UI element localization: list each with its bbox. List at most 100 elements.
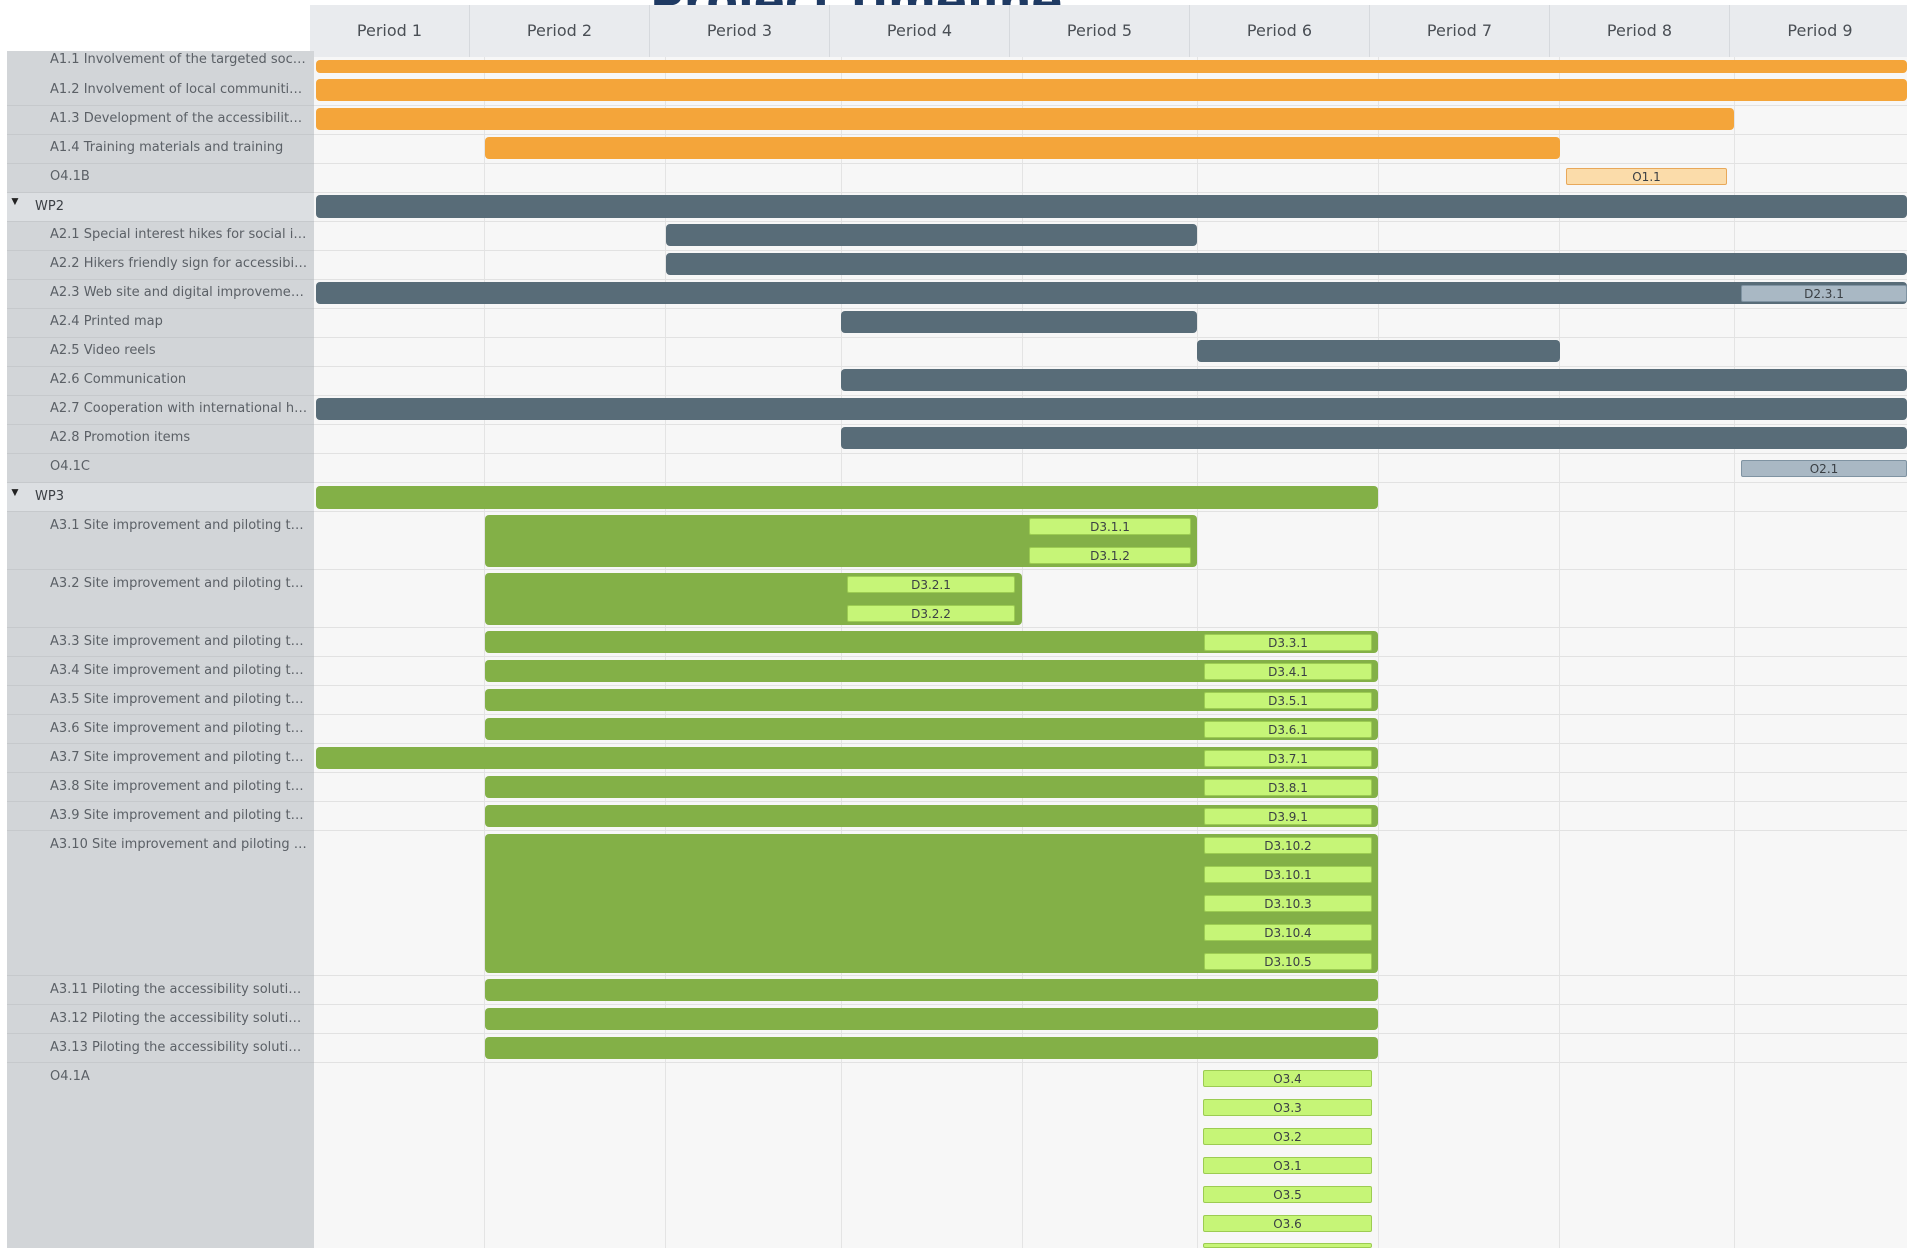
task-label[interactable]: A3.8 Site improvement and piloting the a… [50,779,308,794]
row-divider [7,163,314,164]
row-divider [7,743,314,744]
task-bar[interactable] [316,79,1907,101]
milestone-chip[interactable]: D3.10.2 [1204,837,1372,854]
row-divider [314,250,1907,251]
task-bar[interactable] [316,398,1907,420]
collapse-caret-icon[interactable]: ▼ [9,194,21,208]
milestone-chip[interactable]: D3.10.5 [1204,953,1372,970]
task-bar[interactable] [485,137,1560,159]
grid-line [484,57,485,1248]
row-divider [314,1062,1907,1063]
task-label[interactable]: A1.1 Involvement of the targeted social … [50,52,308,67]
task-bar[interactable] [485,1037,1378,1059]
group-label[interactable]: WP3 [35,489,293,504]
task-label[interactable]: A3.4 Site improvement and piloting the a… [50,663,308,678]
milestone-chip[interactable]: D2.3.1 [1741,285,1907,302]
task-label[interactable]: A2.3 Web site and digital improvements [50,285,308,300]
task-label[interactable]: A3.13 Piloting the accessibility solutio… [50,1040,308,1055]
milestone-chip[interactable]: D3.2.2 [847,605,1015,622]
task-label[interactable]: A3.10 Site improvement and piloting the … [50,837,308,852]
task-label[interactable]: A3.12 Piloting the accessibility solutio… [50,1011,308,1026]
milestone-chip[interactable]: O3.5 [1203,1186,1372,1203]
row-divider [7,569,314,570]
row-divider [7,395,314,396]
period-header: Period 7 [1370,5,1550,57]
milestone-chip[interactable]: D3.10.3 [1204,895,1372,912]
task-label[interactable]: A3.1 Site improvement and piloting the a… [50,518,308,533]
task-bar[interactable] [841,369,1907,391]
task-label[interactable]: A2.4 Printed map [50,314,308,329]
row-divider [7,830,314,831]
milestone-chip[interactable]: D3.3.1 [1204,634,1372,651]
task-label[interactable]: A2.2 Hikers friendly sign for accessibil… [50,256,308,271]
group-label[interactable]: WP2 [35,199,293,214]
task-label[interactable]: O4.1A [50,1069,308,1084]
milestone-chip[interactable]: O3.3 [1203,1099,1372,1116]
milestone-chip[interactable]: D3.6.1 [1204,721,1372,738]
row-divider [314,192,1907,193]
collapse-caret-icon[interactable]: ▼ [9,485,21,499]
group-bar[interactable] [316,486,1378,509]
milestone-chip[interactable]: D3.7.1 [1204,750,1372,767]
milestone-chip[interactable]: D3.5.1 [1204,692,1372,709]
task-label[interactable]: A3.7 Site improvement and piloting the a… [50,750,308,765]
grid-line [1378,57,1379,1248]
row-divider [314,569,1907,570]
milestone-chip[interactable]: O1.1 [1566,168,1727,185]
task-bar[interactable] [1197,340,1560,362]
period-header: Period 4 [830,5,1010,57]
milestone-chip[interactable]: O3.2 [1203,1128,1372,1145]
milestone-chip[interactable]: D3.1.2 [1029,547,1191,564]
task-label[interactable]: A3.9 Site improvement and piloting the a… [50,808,308,823]
milestone-chip[interactable]: D3.9.1 [1204,808,1372,825]
row-divider [314,685,1907,686]
task-bar[interactable] [666,253,1907,275]
task-label[interactable]: A3.5 Site improvement and piloting the a… [50,692,308,707]
milestone-chip[interactable]: O2.1 [1741,460,1907,477]
task-label[interactable]: A3.11 Piloting the accessibility solutio… [50,982,308,997]
row-divider [314,714,1907,715]
task-bar[interactable] [316,60,1907,73]
task-label[interactable]: A2.1 Special interest hikes for social i… [50,227,308,242]
group-bar[interactable] [316,195,1907,218]
row-divider [7,975,314,976]
task-bar[interactable] [316,108,1734,130]
task-label[interactable]: A1.2 Involvement of local communities. [50,82,308,97]
task-bar[interactable] [841,427,1907,449]
task-label[interactable]: A2.8 Promotion items [50,430,308,445]
milestone-chip[interactable] [1203,1243,1372,1248]
task-label[interactable]: A1.3 Development of the accessibility st… [50,111,308,126]
milestone-chip[interactable]: D3.8.1 [1204,779,1372,796]
task-label[interactable]: A3.2 Site improvement and piloting the a… [50,576,308,591]
milestone-chip[interactable]: D3.1.1 [1029,518,1191,535]
row-divider [7,772,314,773]
task-label[interactable]: A1.4 Training materials and training [50,140,308,155]
row-divider [314,221,1907,222]
milestone-chip[interactable]: O3.1 [1203,1157,1372,1174]
milestone-chip[interactable]: O3.6 [1203,1215,1372,1232]
row-divider [7,1033,314,1034]
row-divider [7,105,314,106]
milestone-chip[interactable]: D3.10.1 [1204,866,1372,883]
task-bar[interactable] [485,979,1378,1001]
task-label[interactable]: A3.3 Site improvement and piloting the a… [50,634,308,649]
task-label[interactable]: A2.5 Video reels [50,343,308,358]
row-divider [314,627,1907,628]
task-bar[interactable] [841,311,1197,333]
grid-line [1559,57,1560,1248]
task-label[interactable]: O4.1B [50,169,308,184]
period-header: Period 8 [1550,5,1730,57]
task-bar[interactable] [666,224,1197,246]
task-bar[interactable] [316,282,1907,304]
task-label[interactable]: A2.7 Cooperation with international hiki… [50,401,308,416]
milestone-chip[interactable]: D3.4.1 [1204,663,1372,680]
row-divider [7,656,314,657]
row-divider [314,279,1907,280]
task-label[interactable]: A2.6 Communication [50,372,308,387]
milestone-chip[interactable]: O3.4 [1203,1070,1372,1087]
milestone-chip[interactable]: D3.2.1 [847,576,1015,593]
task-bar[interactable] [485,1008,1378,1030]
milestone-chip[interactable]: D3.10.4 [1204,924,1372,941]
task-label[interactable]: A3.6 Site improvement and piloting the a… [50,721,308,736]
task-label[interactable]: O4.1C [50,459,308,474]
